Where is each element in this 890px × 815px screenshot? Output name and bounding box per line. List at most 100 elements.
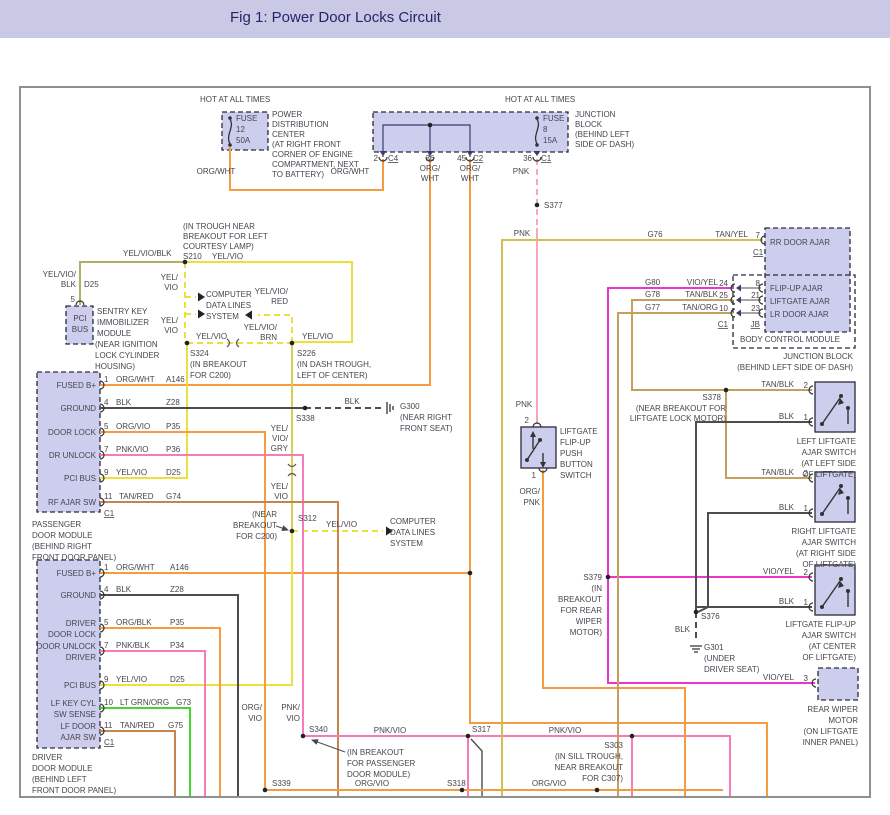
passenger-door-module-box xyxy=(36,371,101,513)
diagram-label: C1 xyxy=(104,738,115,747)
diagram-label: TAN/BLK xyxy=(761,468,794,477)
diagram-label: (NEAR RIGHT xyxy=(400,413,452,422)
diagram-label: S312 xyxy=(298,514,317,523)
diagram-label: RF AJAR SW xyxy=(48,498,96,507)
ajar-switch-icon xyxy=(839,484,843,488)
diagram-label: 8 xyxy=(756,279,761,288)
diagram-label: SYSTEM xyxy=(206,312,239,321)
diagram-label: YEL/ xyxy=(161,316,179,325)
diagram-label: 25 xyxy=(719,291,728,300)
diagram-label: PCI BUS xyxy=(64,681,96,690)
diagram-label: OF LIFTGATE) xyxy=(802,560,856,569)
diagram-label: PNK/BLK xyxy=(116,641,150,650)
diagram-label: BODY CONTROL MODULE xyxy=(740,335,840,344)
diagram-label: YEL/VIO/ xyxy=(244,323,278,332)
diagram-label: DOOR MODULE) xyxy=(347,770,410,779)
diagram-label: (IN TROUGH NEAR xyxy=(183,222,255,231)
diagram-label: NEAR BREAKOUT xyxy=(555,763,624,772)
diagram-label: FUSED B+ xyxy=(57,569,97,578)
diagram-label: LIFTGATE xyxy=(560,427,598,436)
diagram-label: FUSED B+ xyxy=(57,381,97,390)
diagram-label: WHT xyxy=(421,174,439,183)
diagram-label: BREAKOUT xyxy=(233,521,277,530)
diagram-label: 11 xyxy=(104,492,113,501)
diagram-label: COMPUTER xyxy=(390,517,436,526)
splice-s377 xyxy=(534,202,540,208)
diagram-label: 9 xyxy=(104,468,109,477)
diagram-label: CENTER xyxy=(272,130,305,139)
diagram-label: YEL/VIO xyxy=(302,332,333,341)
ajar-switch-icon xyxy=(846,406,850,410)
diagram-label: (NEAR xyxy=(252,510,277,519)
ajar-switch-icon xyxy=(846,589,850,593)
diagram-label: FUSE xyxy=(543,114,564,123)
diagram-label: 15A xyxy=(543,136,558,145)
ajar-switch-icon xyxy=(820,605,824,609)
diagram-label: VIO xyxy=(286,714,300,723)
diagram-label: G78 xyxy=(645,290,661,299)
diagram-label: BLK xyxy=(344,397,360,406)
diagram-label: Z28 xyxy=(166,398,180,407)
diagram-label: PNK xyxy=(524,498,541,507)
diagram-label: RR DOOR AJAR xyxy=(770,238,830,247)
diagram-label: 36 xyxy=(426,154,435,163)
diagram-label: LIFTGATE LOCK MOTOR) xyxy=(630,414,726,423)
diagram-label: G76 xyxy=(647,230,663,239)
diagram-label: VIO xyxy=(164,283,178,292)
diagram-label: (IN BREAKOUT xyxy=(190,360,247,369)
diagram-label: ORG/WHT xyxy=(116,375,155,384)
diagram-label: LR DOOR AJAR xyxy=(770,310,829,319)
diagram-label: 23 xyxy=(751,304,760,313)
ajar-switch-icon xyxy=(820,512,824,516)
diagram-label: TAN/YEL xyxy=(715,230,748,239)
diagram-label: S210 xyxy=(183,252,202,261)
diagram-label: VIO xyxy=(164,326,178,335)
splice-s379 xyxy=(605,574,611,580)
diagram-label: S378 xyxy=(702,393,721,402)
splice-s318 xyxy=(459,787,465,793)
diagram-label: S318 xyxy=(447,779,466,788)
diagram-label: TAN/ORG xyxy=(682,303,718,312)
diagram-label: HOT AT ALL TIMES xyxy=(200,95,270,104)
diagram-label: PNK/VIO xyxy=(116,445,148,454)
diagram-label: LF KEY CYL xyxy=(51,699,97,708)
diagram-border xyxy=(19,86,871,798)
diagram-label: WHT xyxy=(461,174,479,183)
ajar-switch-icon xyxy=(839,577,843,581)
diagram-label: PCI xyxy=(73,314,86,323)
splice-s303 xyxy=(629,733,635,739)
diagram-label: GROUND xyxy=(60,591,96,600)
diagram-label: GROUND xyxy=(60,404,96,413)
diagram-label: 11 xyxy=(104,721,113,730)
diagram-label: 45 xyxy=(457,154,466,163)
diagram-label: 50A xyxy=(236,136,251,145)
pushbutton-switch-icon xyxy=(538,438,542,442)
diagram-label: P34 xyxy=(170,641,185,650)
diagram-label: DOOR UNLOCK xyxy=(36,642,96,651)
diagram-label: FOR C200) xyxy=(236,532,277,541)
diagram-label: 24 xyxy=(719,279,728,288)
diagram-label: (AT RIGHT SIDE xyxy=(796,549,856,558)
diagram-label: TAN/BLK xyxy=(685,290,718,299)
diagram-label: DOOR MODULE xyxy=(32,764,92,773)
diagram-label: OF LIFTGATE) xyxy=(802,470,856,479)
diagram-label: BLOCK xyxy=(575,120,603,129)
diagram-label: BLK xyxy=(116,585,132,594)
diagram-label: ORG/VIO xyxy=(355,779,389,788)
diagram-label: P35 xyxy=(170,618,185,627)
diagram-label: C1 xyxy=(541,154,552,163)
fuse-8-icon xyxy=(535,116,539,120)
diagram-label: SENTRY KEY xyxy=(97,307,148,316)
diagram-label: G73 xyxy=(176,698,192,707)
diagram-label: G300 xyxy=(400,402,420,411)
diagram-label: BREAKOUT xyxy=(558,595,602,604)
diagram-label: RED xyxy=(271,297,288,306)
ajar-switch-icon xyxy=(820,422,824,426)
diagram-label: (BEHIND RIGHT xyxy=(32,542,92,551)
diagram-label: REAR WIPER xyxy=(807,705,858,714)
fuse-12-icon xyxy=(228,116,232,120)
diagram-label: PNK xyxy=(513,167,530,176)
diagram-label: A146 xyxy=(166,375,185,384)
diagram-label: (IN xyxy=(591,584,602,593)
diagram-label: FOR PASSENGER xyxy=(347,759,416,768)
